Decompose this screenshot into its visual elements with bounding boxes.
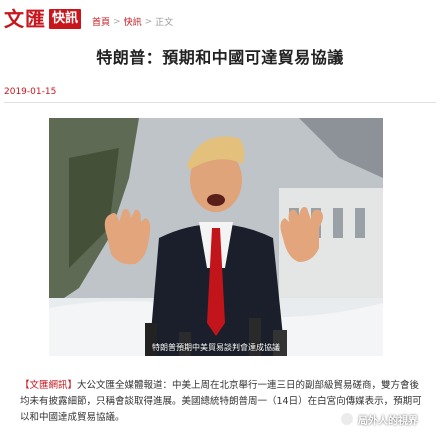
title-divider — [4, 102, 436, 103]
breadcrumb-separator: > — [144, 16, 153, 27]
photo-caption: 特朗普預期中美貿易談判會達成協議 — [152, 343, 280, 352]
article-photo — [49, 118, 383, 356]
wechat-icon — [340, 412, 354, 426]
article-date: 2019-01-15 — [4, 87, 57, 97]
site-logo[interactable]: 文匯 快訊 — [4, 7, 82, 31]
breadcrumb-separator: > — [113, 16, 121, 27]
breadcrumb-current: 正文 — [155, 18, 174, 28]
breadcrumb-home-link[interactable]: 首頁 — [92, 15, 110, 28]
site-header: 文匯 快訊 首頁 > 快訊 > 正文 — [0, 0, 440, 36]
photo-illustration — [49, 118, 383, 356]
breadcrumb: 首頁 > 快訊 > 正文 — [92, 15, 174, 29]
logo-badge: 快訊 — [49, 9, 82, 29]
article-title: 特朗普：預期和中國可達貿易協議 — [96, 48, 344, 67]
logo-text: 文匯 — [4, 7, 46, 31]
breadcrumb-news-link[interactable]: 快訊 — [124, 15, 142, 28]
watermark-text: 局外人的視界 — [358, 415, 418, 427]
source-tag: 【文匯網訊】 — [20, 380, 78, 391]
account-watermark: 局外人的視界 — [340, 410, 418, 428]
